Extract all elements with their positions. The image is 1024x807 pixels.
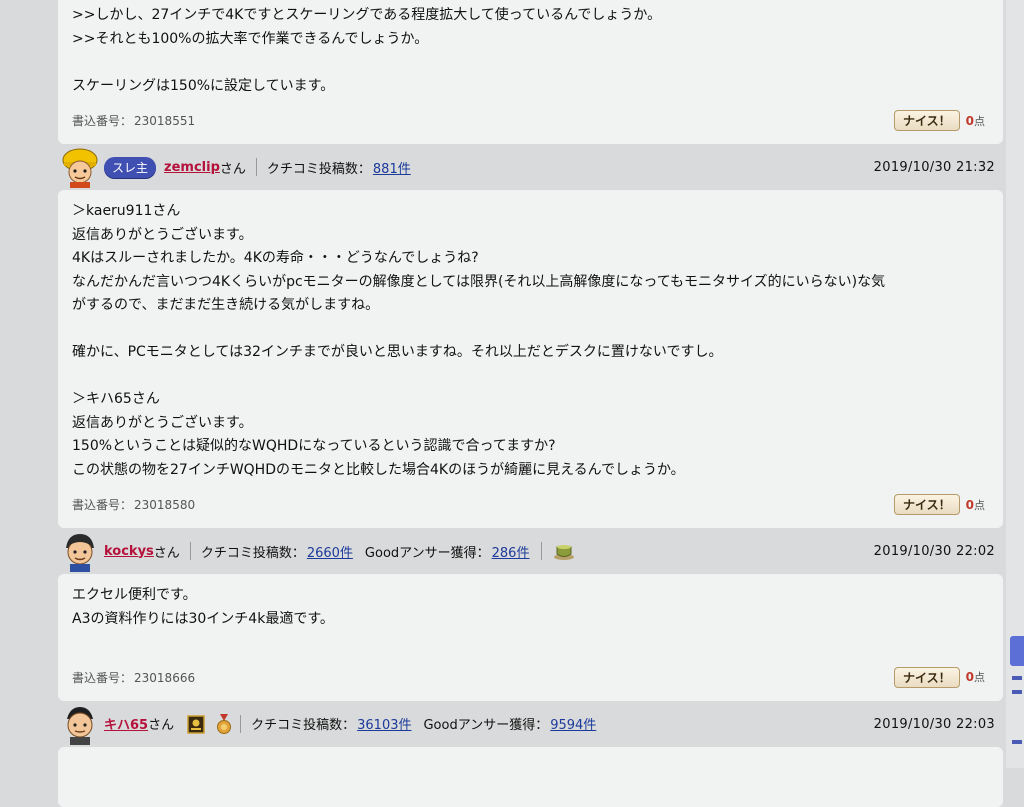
post-number: 書込番号： 23018580 bbox=[72, 496, 195, 513]
good-answer-link[interactable]: 9594件 bbox=[550, 714, 596, 733]
sidebar-tab[interactable] bbox=[1010, 636, 1024, 666]
username-link[interactable]: zemclip bbox=[164, 160, 220, 175]
post-line: >>それとも100%の拡大率で作業できるんでしょうか。 bbox=[72, 30, 429, 47]
nice-button[interactable]: ナイス！ bbox=[894, 494, 960, 515]
post-body: ＞kaeru911さん 返信ありがとうございます。 4Kはスルーされましたか。4… bbox=[58, 190, 1003, 528]
thread-starter-badge: スレ主 bbox=[104, 156, 157, 178]
rank-plaque-icon bbox=[184, 712, 208, 736]
review-count-link[interactable]: 881件 bbox=[373, 158, 411, 177]
post-blank-line bbox=[72, 51, 989, 75]
nice-count-value: 0 bbox=[965, 670, 974, 684]
post-body bbox=[58, 746, 1003, 807]
avatar[interactable] bbox=[60, 703, 100, 745]
post-line: エクセル便利です。 bbox=[72, 587, 197, 603]
sidebar-bar bbox=[1012, 676, 1022, 680]
medal-icon bbox=[212, 712, 236, 736]
post-line: 4Kはスルーされましたか。4Kの寿命・・・どうなんでしょうね? bbox=[72, 250, 479, 266]
post-text: >>しかし、27インチで4Kですとスケーリングである程度拡大して使っているんでし… bbox=[72, 4, 989, 98]
post-text: エクセル便利です。 A3の資料作りには30インチ4k最適です。 bbox=[72, 584, 989, 655]
review-count-label: クチコミ投稿数： bbox=[200, 545, 305, 561]
nice-count-unit: 点 bbox=[974, 671, 985, 684]
tea-cup-icon bbox=[552, 539, 576, 563]
post-body: >>しかし、27インチで4Kですとスケーリングである程度拡大して使っているんでし… bbox=[58, 0, 1003, 144]
nice-count-unit: 点 bbox=[974, 498, 985, 512]
post-line: なんだかんだ言いつつ4Kくらいがpcモニターの解像度としては限界(それ以上高解像… bbox=[72, 273, 886, 290]
post-number: 書込番号： 23018666 bbox=[72, 669, 195, 686]
nice-count: 0点 bbox=[966, 669, 985, 685]
avatar[interactable] bbox=[60, 146, 100, 188]
good-answer-link[interactable]: 286件 bbox=[492, 542, 530, 561]
post-date: 2019/10/30 22:02 bbox=[873, 544, 995, 559]
post-header: キハ65 さん クチコミ投稿数： 36103件 Goodアンサー獲得： 9594… bbox=[58, 701, 1003, 747]
user-avatar-icon bbox=[67, 706, 93, 745]
post-number-label: 書込番号： bbox=[72, 114, 133, 128]
nice-button[interactable]: ナイス！ bbox=[894, 666, 960, 688]
divider bbox=[240, 714, 242, 733]
sidebar-bar bbox=[1012, 740, 1022, 744]
post-date: 2019/10/30 22:03 bbox=[873, 716, 995, 732]
nice-button[interactable]: ナイス！ bbox=[894, 110, 960, 131]
post-line: ＞キハ65さん bbox=[72, 391, 160, 407]
post-line: 返信ありがとうございます。 bbox=[72, 226, 253, 243]
nice-area: ナイス！ 0点 bbox=[894, 666, 985, 688]
post-line: >>しかし、27インチで4Kですとスケーリングである程度拡大して使っているんでし… bbox=[72, 7, 662, 23]
post-blank-line bbox=[72, 365, 989, 389]
post-number: 書込番号： 23018551 bbox=[72, 112, 195, 129]
user-avatar-icon bbox=[62, 148, 98, 188]
post-number-value: 23018580 bbox=[134, 498, 196, 512]
honorific: さん bbox=[148, 718, 175, 733]
honorific: さん bbox=[153, 545, 180, 561]
review-count-label: クチコミ投稿数： bbox=[266, 161, 371, 177]
good-answer-label: Goodアンサー獲得： bbox=[423, 718, 549, 733]
post-line: 確かに、PCモニタとしては32インチまでが良いと思いますね。それ以上だとデスクに… bbox=[72, 344, 723, 360]
post-date: 2019/10/30 21:32 bbox=[873, 160, 995, 175]
post-blank-line bbox=[72, 631, 989, 655]
nice-area: ナイス！ 0点 bbox=[894, 494, 985, 515]
nice-count-value: 0 bbox=[965, 113, 974, 128]
right-sidebar-edge bbox=[1006, 0, 1024, 768]
post-header: kockys さん クチコミ投稿数： 2660件 Goodアンサー獲得： 286… bbox=[58, 528, 1003, 574]
post-line: 150%ということは疑似的なWQHDになっているという認識で合ってますか? bbox=[72, 438, 556, 454]
user-avatar-icon bbox=[66, 534, 94, 572]
post-line: がするので、まだまだ生き続ける気がしますね。 bbox=[72, 297, 380, 313]
post-blank-line bbox=[72, 318, 989, 342]
post-line: この状態の物を27インチWQHDのモニタと比較した場合4Kのほうが綺麗に見えるん… bbox=[72, 461, 685, 478]
divider bbox=[189, 542, 191, 560]
review-count-link[interactable]: 36103件 bbox=[357, 714, 411, 733]
review-thread: >>しかし、27インチで4Kですとスケーリングである程度拡大して使っているんでし… bbox=[58, 0, 1003, 807]
post-footer: 書込番号： 23018551 ナイス！ 0点 bbox=[72, 104, 989, 134]
post-number-value: 23018666 bbox=[134, 670, 196, 685]
nice-count-value: 0 bbox=[965, 497, 974, 512]
post-header: スレ主 zemclip さん クチコミ投稿数： 881件 2019/10/30 … bbox=[58, 144, 1003, 190]
post-line: 返信ありがとうございます。 bbox=[72, 414, 253, 431]
divider bbox=[255, 158, 257, 176]
post-body: エクセル便利です。 A3の資料作りには30インチ4k最適です。 書込番号： 230… bbox=[58, 574, 1003, 701]
honorific: さん bbox=[219, 161, 246, 177]
sidebar-bar bbox=[1012, 690, 1022, 694]
page: >>しかし、27インチで4Kですとスケーリングである程度拡大して使っているんでし… bbox=[0, 0, 1024, 807]
post-number-value: 23018551 bbox=[134, 114, 196, 128]
post-number-label: 書込番号： bbox=[72, 498, 133, 512]
nice-area: ナイス！ 0点 bbox=[894, 110, 985, 131]
post-footer: 書込番号： 23018580 ナイス！ 0点 bbox=[72, 488, 989, 518]
avatar[interactable] bbox=[60, 530, 100, 572]
post-text: ＞kaeru911さん 返信ありがとうございます。 4Kはスルーされましたか。4… bbox=[72, 200, 989, 482]
divider bbox=[541, 542, 543, 560]
post-line: A3の資料作りには30インチ4k最適です。 bbox=[72, 610, 334, 627]
nice-count-unit: 点 bbox=[974, 114, 985, 128]
post-number-label: 書込番号： bbox=[72, 670, 133, 685]
review-count-label: クチコミ投稿数： bbox=[251, 718, 356, 733]
post-footer: 書込番号： 23018666 ナイス！ 0点 bbox=[72, 661, 989, 691]
review-count-link[interactable]: 2660件 bbox=[307, 542, 353, 561]
post-line: ＞kaeru911さん bbox=[72, 203, 181, 219]
username-link[interactable]: キハ65 bbox=[104, 714, 148, 733]
nice-count: 0点 bbox=[966, 113, 985, 129]
good-answer-label: Goodアンサー獲得： bbox=[364, 545, 490, 561]
nice-count: 0点 bbox=[966, 497, 985, 513]
post-line: スケーリングは150%に設定しています。 bbox=[72, 77, 335, 94]
username-link[interactable]: kockys bbox=[104, 544, 154, 559]
